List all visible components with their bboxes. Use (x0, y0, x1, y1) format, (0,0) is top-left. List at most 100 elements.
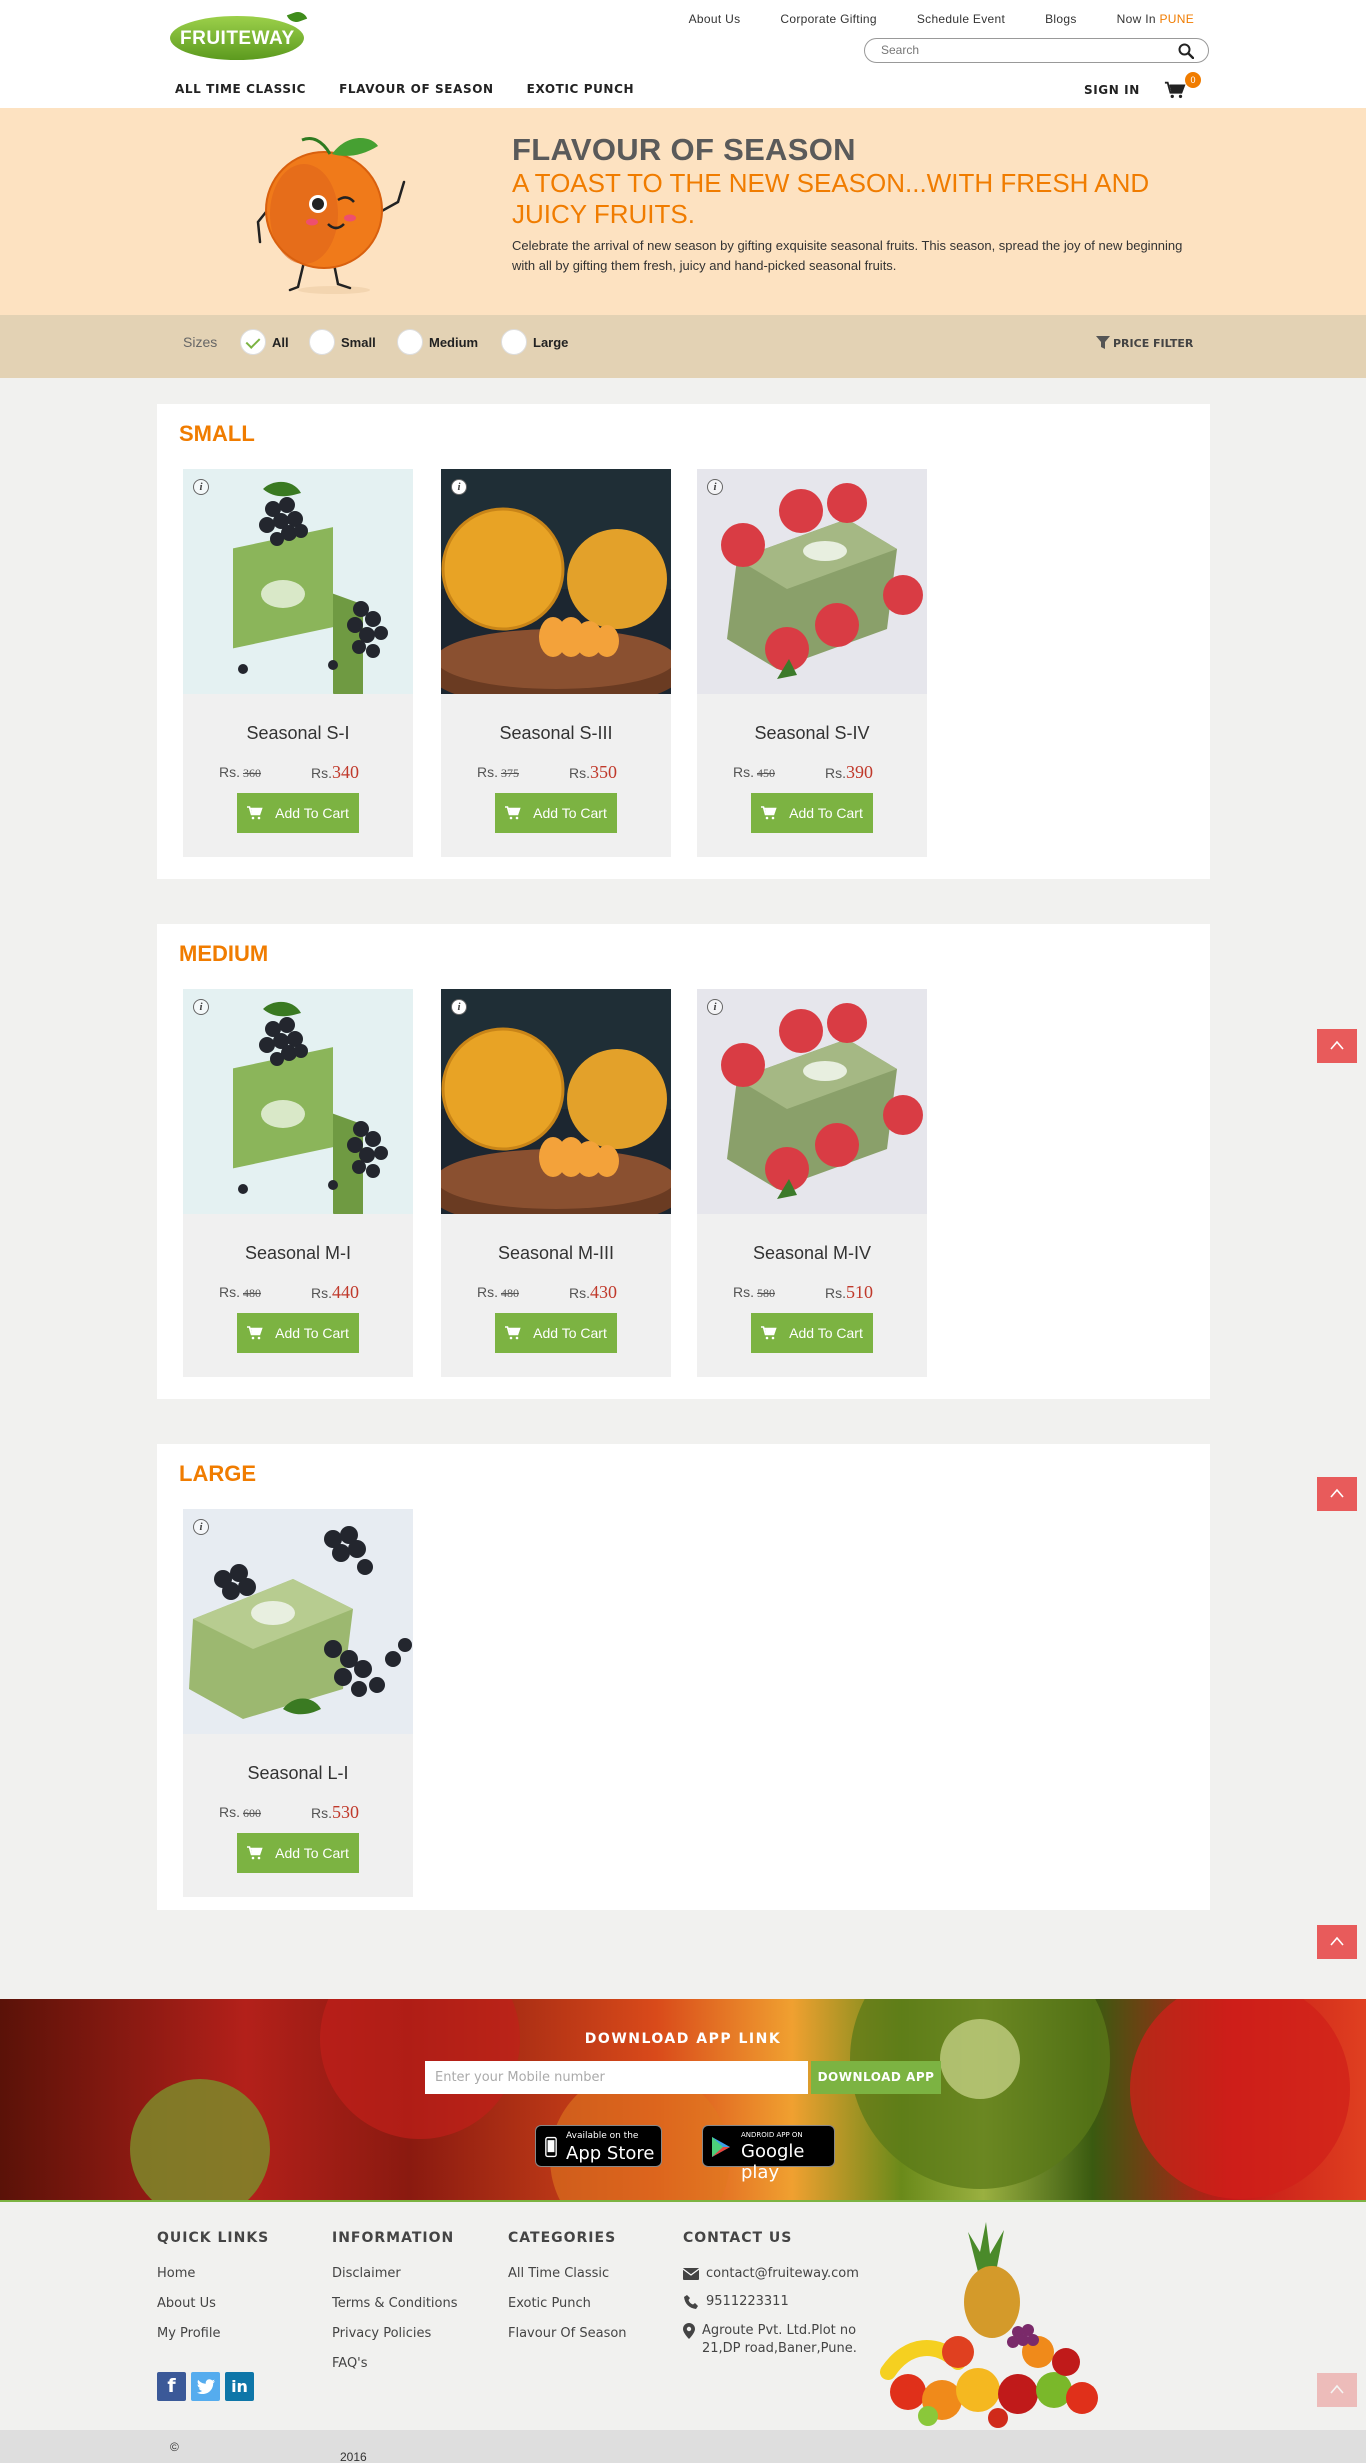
city-selector[interactable]: Now In PUNE (1117, 12, 1194, 26)
product-card[interactable]: i Seasonal L-I Rs. 600 Rs.530 Add To Cart (183, 1509, 413, 1897)
search-input[interactable] (881, 43, 1171, 57)
size-option-medium[interactable]: Medium (397, 329, 478, 355)
product-card[interactable]: i Seasonal S-IV Rs. 450 Rs.390 Add To Car… (697, 469, 927, 857)
product-name[interactable]: Seasonal S-IV (697, 723, 927, 744)
radio-icon[interactable] (501, 329, 527, 355)
size-option-large[interactable]: Large (501, 329, 568, 355)
download-app-button[interactable]: DOWNLOAD APP (811, 2061, 941, 2094)
info-icon[interactable]: i (451, 999, 467, 1015)
add-to-cart-button[interactable]: Add To Cart (751, 1313, 873, 1353)
linkedin-icon[interactable]: in (225, 2372, 254, 2401)
logo-leaf-icon (286, 9, 308, 25)
product-image-oranges[interactable]: i (441, 469, 671, 694)
product-image-pomegranates-box[interactable]: i (697, 469, 927, 694)
product-name[interactable]: Seasonal S-III (441, 723, 671, 744)
product-card[interactable]: i Seasonal M-I Rs. 480 Rs.440 Add To Cart (183, 989, 413, 1377)
top-link-about[interactable]: About Us (689, 12, 741, 26)
product-image-grapes-box-large[interactable]: i (183, 1509, 413, 1734)
chevron-up-icon (1330, 1040, 1344, 1050)
footer-link-flavour-of-season[interactable]: Flavour Of Season (508, 2326, 627, 2356)
contact-email[interactable]: contact@fruiteway.com (683, 2266, 863, 2281)
info-icon[interactable]: i (193, 999, 209, 1015)
add-to-cart-button[interactable]: Add To Cart (237, 1833, 359, 1873)
old-price: Rs. 375 (477, 764, 519, 780)
footer-link-terms[interactable]: Terms & Conditions (332, 2296, 458, 2326)
size-filter-bar: Sizes All Small Medium Large PRICE FILTE… (0, 315, 1366, 378)
back-to-top-button[interactable] (1317, 1029, 1357, 1063)
product-card[interactable]: i Seasonal M-IV Rs. 580 Rs.510 Add To Car… (697, 989, 927, 1377)
twitter-icon[interactable] (191, 2372, 220, 2401)
cart-count-badge: 0 (1185, 72, 1201, 88)
price-filter-button[interactable]: PRICE FILTER (1096, 336, 1193, 350)
play-store-icon (712, 2137, 730, 2157)
product-name[interactable]: Seasonal L-I (183, 1763, 413, 1784)
add-to-cart-button[interactable]: Add To Cart (237, 1313, 359, 1353)
banner-title: FLAVOUR OF SEASON (512, 132, 856, 167)
nav-exotic-punch[interactable]: EXOTIC PUNCH (527, 82, 635, 96)
product-name[interactable]: Seasonal M-I (183, 1243, 413, 1264)
contact-phone[interactable]: 9511223311 (683, 2294, 863, 2309)
footer-link-about[interactable]: About Us (157, 2296, 269, 2326)
footer-contact: CONTACT US contact@fruiteway.com 9511223… (683, 2230, 863, 2371)
sign-in-link[interactable]: SIGN IN (1084, 83, 1140, 97)
size-option-all[interactable]: All (240, 329, 289, 355)
facebook-icon[interactable]: f (157, 2372, 186, 2401)
sale-price: Rs.350 (569, 762, 617, 782)
info-icon[interactable]: i (193, 479, 209, 495)
product-image-grapes-box[interactable]: i (183, 989, 413, 1214)
back-to-top-button[interactable] (1317, 1477, 1357, 1511)
mobile-number-input[interactable] (425, 2061, 808, 2094)
app-store-badge[interactable]: Available on the App Store (535, 2125, 662, 2167)
cart-icon (761, 1326, 777, 1340)
back-to-top-button[interactable] (1317, 1925, 1357, 1959)
search-icon[interactable] (1178, 43, 1194, 59)
footer-link-faq[interactable]: FAQ's (332, 2356, 458, 2386)
info-icon[interactable]: i (193, 1519, 209, 1535)
city-prefix: Now In (1116, 12, 1156, 26)
footer-link-profile[interactable]: My Profile (157, 2326, 269, 2356)
chevron-up-icon (1330, 1936, 1344, 1946)
fruit-background-image (130, 1999, 1350, 2200)
top-link-blogs[interactable]: Blogs (1045, 12, 1077, 26)
nav-all-time-classic[interactable]: ALL TIME CLASSIC (175, 82, 306, 96)
product-card[interactable]: i Seasonal S-I Rs. 360 Rs.340 Add To Cart (183, 469, 413, 857)
footer-link-privacy[interactable]: Privacy Policies (332, 2326, 458, 2356)
radio-icon[interactable] (397, 329, 423, 355)
product-image-pomegranates-box[interactable]: i (697, 989, 927, 1214)
google-play-badge[interactable]: ANDROID APP ON Google play (702, 2125, 835, 2183)
cart-icon (761, 806, 777, 820)
product-card[interactable]: i Seasonal M-III Rs. 480 Rs.430 Add To Ca… (441, 989, 671, 1377)
size-option-small[interactable]: Small (309, 329, 376, 355)
back-to-top-button[interactable] (1317, 2373, 1357, 2407)
footer-link-disclaimer[interactable]: Disclaimer (332, 2266, 458, 2296)
info-icon[interactable]: i (707, 999, 723, 1015)
top-link-corporate[interactable]: Corporate Gifting (780, 12, 876, 26)
sizes-label: Sizes (183, 334, 218, 350)
product-name[interactable]: Seasonal M-III (441, 1243, 671, 1264)
add-to-cart-button[interactable]: Add To Cart (495, 1313, 617, 1353)
old-price: Rs. 580 (733, 1284, 775, 1300)
add-to-cart-button[interactable]: Add To Cart (237, 793, 359, 833)
add-to-cart-button[interactable]: Add To Cart (495, 793, 617, 833)
cart-icon (247, 1846, 263, 1860)
info-icon[interactable]: i (707, 479, 723, 495)
footer-link-home[interactable]: Home (157, 2266, 269, 2296)
nav-flavour-of-season[interactable]: FLAVOUR OF SEASON (339, 82, 494, 96)
cart-button[interactable]: 0 (1164, 72, 1201, 102)
radio-checked-icon[interactable] (240, 329, 266, 355)
info-icon[interactable]: i (451, 479, 467, 495)
product-image-oranges[interactable]: i (441, 989, 671, 1214)
season-banner: FLAVOUR OF SEASON A TOAST TO THE NEW SEA… (0, 108, 1366, 315)
top-link-schedule[interactable]: Schedule Event (917, 12, 1005, 26)
add-to-cart-button[interactable]: Add To Cart (751, 793, 873, 833)
product-name[interactable]: Seasonal S-I (183, 723, 413, 744)
radio-icon[interactable] (309, 329, 335, 355)
product-card[interactable]: i Seasonal S-III Rs. 375 Rs.350 Add To Ca… (441, 469, 671, 857)
footer-heading: QUICK LINKS (157, 2230, 270, 2246)
old-price: Rs. 480 (219, 1284, 261, 1300)
footer-link-all-time-classic[interactable]: All Time Classic (508, 2266, 627, 2296)
product-image-grapes-box[interactable]: i (183, 469, 413, 694)
fruiteway-logo[interactable]: FRUITEWAY (170, 9, 308, 60)
product-name[interactable]: Seasonal M-IV (697, 1243, 927, 1264)
footer-link-exotic-punch[interactable]: Exotic Punch (508, 2296, 627, 2326)
